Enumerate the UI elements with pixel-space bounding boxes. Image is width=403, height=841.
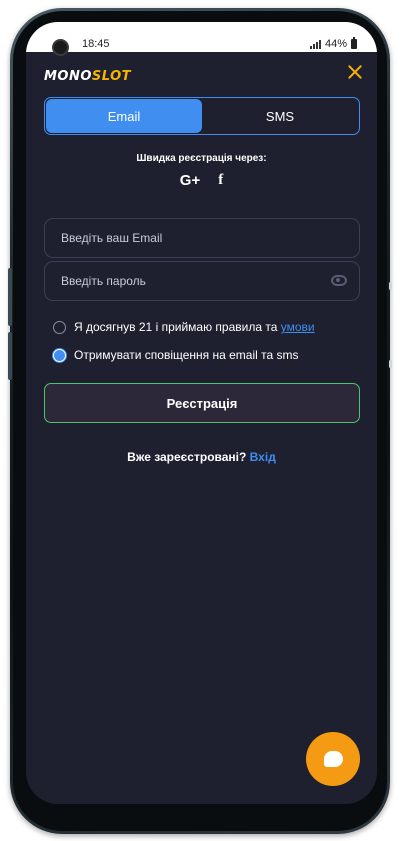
register-button[interactable]: Реєстрація [44, 383, 360, 423]
register-method-tabs: Email SMS [44, 97, 360, 135]
frame-mark [389, 360, 392, 368]
age-terms-label: Я досягнув 21 і приймаю правила та умови [74, 320, 315, 334]
notifications-label: Отримувати сповіщення на email та sms [74, 348, 299, 362]
eye-icon[interactable] [331, 275, 347, 286]
quick-register-title: Швидка реєстрація через: [136, 153, 267, 164]
age-terms-checkbox[interactable] [53, 320, 66, 334]
terms-link[interactable]: умови [281, 320, 315, 334]
battery-icon [351, 37, 357, 49]
chat-bubble-icon [323, 751, 343, 767]
tab-email[interactable]: Email [46, 99, 202, 133]
notifications-row: Отримувати сповіщення на email та sms [53, 348, 299, 362]
status-time: 18:45 [82, 38, 110, 50]
power-button [8, 332, 12, 380]
close-icon[interactable] [345, 62, 365, 82]
login-link[interactable]: Вхід [250, 450, 276, 464]
login-prompt: Вже зареєстровані? Вхід [26, 450, 377, 464]
google-plus-icon[interactable]: G+ [180, 172, 200, 189]
battery-percent: 44% [324, 38, 347, 50]
chat-button[interactable] [306, 732, 360, 786]
status-indicators: 44% [309, 37, 357, 50]
frame-mark [389, 282, 392, 290]
password-field[interactable]: Введіть пароль [44, 261, 360, 301]
social-login: G+ f [26, 172, 377, 189]
password-placeholder: Введіть пароль [61, 274, 146, 288]
camera-cutout [52, 39, 69, 56]
email-placeholder: Введіть ваш Email [61, 231, 163, 245]
notifications-checkbox[interactable] [53, 348, 66, 362]
signal-icon [309, 39, 321, 49]
status-bar: 18:45 44% [26, 22, 377, 52]
brand-logo: MONOSLOT [44, 69, 132, 84]
header: MONOSLOT [26, 52, 377, 96]
volume-button [8, 268, 12, 326]
tab-sms[interactable]: SMS [202, 99, 358, 133]
email-field[interactable]: Введіть ваш Email [44, 218, 360, 258]
app-screen: 18:45 44% MONOSLOT Email SMS Швидка реєс… [26, 22, 377, 804]
already-registered-text: Вже зареєстровані? [127, 450, 247, 464]
age-terms-row: Я досягнув 21 і приймаю правила та умови [53, 320, 315, 334]
facebook-icon[interactable]: f [218, 172, 223, 189]
